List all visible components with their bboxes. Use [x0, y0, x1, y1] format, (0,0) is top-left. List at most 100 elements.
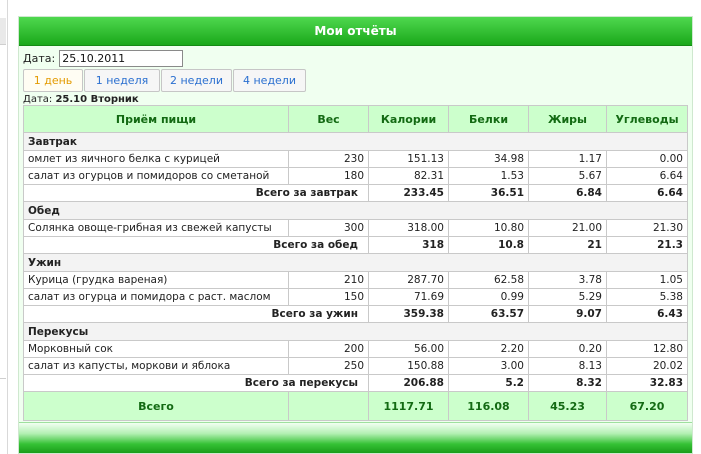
date-label: Дата: [23, 52, 56, 65]
protein-total: 63.57 [448, 305, 529, 323]
calories-total: 233.45 [368, 184, 449, 202]
fat-cell: 1.17 [528, 150, 607, 168]
protein-cell: 1.53 [448, 167, 529, 185]
food-name: Морковный сок [23, 340, 289, 358]
calories-cell: 82.31 [368, 167, 449, 185]
food-name: омлет из яичного белка с курицей [23, 150, 289, 168]
selected-day: Дата: 25.10 Вторник [23, 94, 139, 105]
col-header-weight: Вес [288, 105, 369, 133]
protein-cell: 62.58 [448, 271, 529, 289]
subtotal-label: Всего за завтрак [23, 184, 369, 202]
protein-cell: 10.80 [448, 219, 529, 237]
section-name: Завтрак [23, 132, 688, 151]
weight-cell: 300 [288, 219, 369, 237]
date-filter: Дата: [23, 50, 184, 67]
nutrition-report-table: Приём пищи Вес Калории Белки Жиры Углево… [23, 105, 688, 421]
subtotal-row: Всего за обед 318 10.8 21 21.3 [23, 236, 688, 254]
grand-total-carbs: 67.20 [606, 391, 688, 421]
carbs-cell: 12.80 [606, 340, 688, 358]
weight-cell: 200 [288, 340, 369, 358]
period-tabs: 1 день 1 неделя 2 недели 4 недели [23, 69, 307, 92]
table-row: Курица (грудка вареная) 210 287.70 62.58… [23, 271, 688, 289]
protein-cell: 3.00 [448, 357, 529, 375]
fat-total: 21 [528, 236, 607, 254]
subtotal-row: Всего за перекусы 206.88 5.2 8.32 32.83 [23, 374, 688, 392]
table-row: салат из огурцов и помидоров со сметаной… [23, 167, 688, 185]
protein-cell: 34.98 [448, 150, 529, 168]
table-row: салат из капусты, моркови и яблока 250 1… [23, 357, 688, 375]
calories-total: 359.38 [368, 305, 449, 323]
grand-total-fat: 45.23 [528, 391, 607, 421]
fat-total: 8.32 [528, 374, 607, 392]
weight-cell: 210 [288, 271, 369, 289]
table-header-row: Приём пищи Вес Калории Белки Жиры Углево… [23, 105, 688, 133]
protein-cell: 2.20 [448, 340, 529, 358]
section-name: Ужин [23, 253, 688, 272]
fat-cell: 8.13 [528, 357, 607, 375]
carbs-cell: 0.00 [606, 150, 688, 168]
sidebar-fragment [0, 18, 6, 45]
weight-cell: 150 [288, 288, 369, 306]
carbs-total: 6.64 [606, 184, 688, 202]
reports-panel: Мои отчёты Дата: 1 день 1 неделя 2 недел… [18, 16, 693, 454]
fat-total: 6.84 [528, 184, 607, 202]
grand-total-protein: 116.08 [448, 391, 529, 421]
carbs-cell: 5.38 [606, 288, 688, 306]
carbs-total: 6.43 [606, 305, 688, 323]
subtotal-row: Всего за завтрак 233.45 36.51 6.84 6.64 [23, 184, 688, 202]
col-header-calories: Калории [368, 105, 449, 133]
col-header-meal: Приём пищи [23, 105, 289, 133]
table-row: омлет из яичного белка с курицей 230 151… [23, 150, 688, 168]
carbs-cell: 6.64 [606, 167, 688, 185]
subtotal-label: Всего за перекусы [23, 374, 369, 392]
date-input[interactable] [59, 50, 184, 67]
col-header-fat: Жиры [528, 105, 607, 133]
protein-total: 10.8 [448, 236, 529, 254]
weight-cell: 250 [288, 357, 369, 375]
protein-total: 36.51 [448, 184, 529, 202]
subtotal-row: Всего за ужин 359.38 63.57 9.07 6.43 [23, 305, 688, 323]
food-name: Курица (грудка вареная) [23, 271, 289, 289]
food-name: салат из огурца и помидора с раст. масло… [23, 288, 289, 306]
fat-cell: 0.20 [528, 340, 607, 358]
grand-total-weight [288, 391, 369, 421]
tab-1-week[interactable]: 1 неделя [84, 69, 160, 92]
section-row: Обед [23, 201, 688, 220]
sidebar-divider [0, 378, 6, 379]
calories-cell: 56.00 [368, 340, 449, 358]
fat-cell: 5.67 [528, 167, 607, 185]
tab-2-weeks[interactable]: 2 недели [161, 69, 232, 92]
calories-cell: 150.88 [368, 357, 449, 375]
grand-total-label: Всего [23, 391, 289, 421]
section-row: Завтрак [23, 132, 688, 151]
section-row: Ужин [23, 253, 688, 272]
calories-total: 318 [368, 236, 449, 254]
col-header-protein: Белки [448, 105, 529, 133]
carbs-cell: 21.30 [606, 219, 688, 237]
table-row: салат из огурца и помидора с раст. масло… [23, 288, 688, 306]
col-header-carbs: Углеводы [606, 105, 688, 133]
weight-cell: 230 [288, 150, 369, 168]
protein-total: 5.2 [448, 374, 529, 392]
table-row: Солянка овоще-грибная из свежей капусты … [23, 219, 688, 237]
fat-total: 9.07 [528, 305, 607, 323]
calories-cell: 287.70 [368, 271, 449, 289]
subtotal-label: Всего за обед [23, 236, 369, 254]
carbs-total: 32.83 [606, 374, 688, 392]
tab-4-weeks[interactable]: 4 недели [233, 69, 306, 92]
protein-cell: 0.99 [448, 288, 529, 306]
tab-1-day[interactable]: 1 день [23, 69, 83, 92]
panel-title: Мои отчёты [314, 24, 397, 38]
calories-cell: 318.00 [368, 219, 449, 237]
calories-total: 206.88 [368, 374, 449, 392]
calories-cell: 151.13 [368, 150, 449, 168]
grand-total-calories: 1117.71 [368, 391, 449, 421]
fat-cell: 21.00 [528, 219, 607, 237]
food-name: салат из огурцов и помидоров со сметаной [23, 167, 289, 185]
panel-header: Мои отчёты [19, 17, 692, 46]
fat-cell: 3.78 [528, 271, 607, 289]
panel-footer [19, 422, 692, 453]
section-row: Перекусы [23, 322, 688, 341]
grand-total-row: Всего 1117.71 116.08 45.23 67.20 [23, 391, 688, 421]
carbs-total: 21.3 [606, 236, 688, 254]
